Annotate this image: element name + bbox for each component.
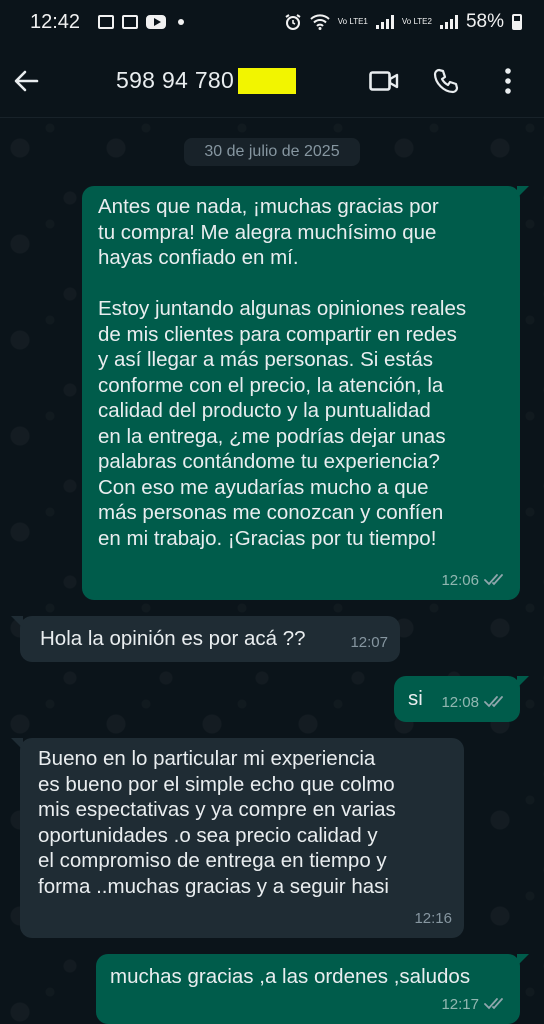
message-time: 12:08 — [441, 693, 479, 711]
message-outgoing[interactable]: Antes que nada, ¡muchas gracias por tu c… — [82, 186, 529, 600]
bubble-tail — [11, 616, 23, 628]
bubble-tail — [11, 738, 23, 750]
double-check-icon — [484, 574, 503, 586]
message-time: 12:16 — [414, 909, 452, 927]
bubble-tail — [517, 676, 529, 688]
back-button[interactable] — [4, 59, 48, 103]
battery-icon — [512, 14, 522, 30]
bubble-tail — [517, 186, 529, 198]
redacted-block — [238, 67, 297, 94]
double-check-icon — [484, 998, 503, 1010]
signal-2-icon — [439, 15, 458, 29]
message-time: 12:17 — [441, 995, 479, 1013]
lte1-label: Vo LTE1 — [337, 17, 368, 26]
message-incoming[interactable]: Bueno en lo particular mi experiencia es… — [11, 738, 464, 938]
alarm-icon — [285, 14, 301, 30]
more-vert-icon — [505, 67, 511, 94]
video-call-button[interactable] — [364, 61, 404, 101]
battery-percent: 58% — [465, 11, 504, 32]
message-text: Antes que nada, ¡muchas gracias por tu c… — [98, 195, 467, 550]
message-text: Hola la opinión es por acá ?? — [40, 627, 306, 650]
chat-area[interactable]: 30 de julio de 2025 Antes que nada, ¡muc… — [0, 118, 544, 1024]
status-time: 12:42 — [30, 10, 81, 33]
date-separator: 30 de julio de 2025 — [184, 138, 360, 166]
bubble-tail — [517, 954, 529, 966]
message-outgoing[interactable]: si 12:08 — [394, 676, 529, 722]
more-options-button[interactable] — [488, 61, 528, 101]
message-incoming[interactable]: Hola la opinión es por acá ?? 12:07 — [11, 616, 400, 662]
lte2-label: Vo LTE2 — [401, 17, 432, 26]
status-bar: 12:42 Vo LTE1 Vo LTE2 58% — [0, 0, 544, 44]
message-outgoing[interactable]: muchas gracias ,a las ordenes ,saludos 1… — [96, 954, 529, 1024]
chat-header: 598 94 780 — [0, 44, 544, 118]
message-text: Bueno en lo particular mi experiencia es… — [38, 747, 396, 898]
signal-1-icon — [375, 15, 394, 29]
message-time: 12:07 — [350, 633, 388, 651]
wifi-icon — [310, 14, 330, 30]
back-arrow-icon — [14, 70, 39, 91]
message-text: muchas gracias ,a las ordenes ,saludos — [110, 965, 471, 988]
gallery-notification-icon — [98, 15, 115, 29]
youtube-notification-icon — [146, 15, 167, 29]
voice-call-button[interactable] — [426, 61, 466, 101]
phone-icon — [433, 68, 459, 93]
video-call-icon — [369, 70, 399, 91]
contact-number: 598 94 780 — [116, 67, 235, 93]
calendar-notification-icon — [122, 15, 139, 29]
contact-name[interactable]: 598 94 780 — [116, 67, 297, 94]
message-time: 12:06 — [441, 571, 479, 589]
double-check-icon — [484, 696, 503, 708]
more-notifications-dot-icon — [178, 19, 185, 25]
